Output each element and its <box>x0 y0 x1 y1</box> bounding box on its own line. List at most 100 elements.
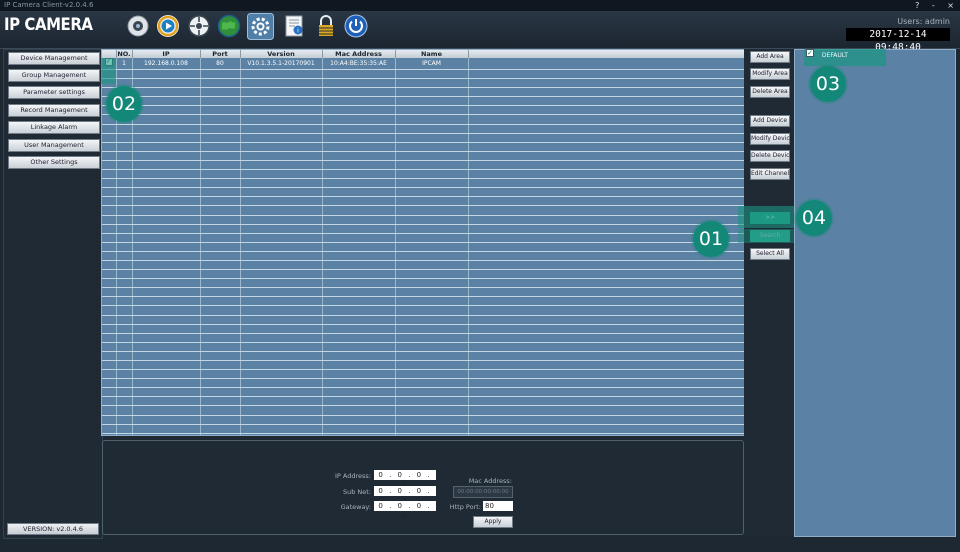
table-row-empty[interactable] <box>102 178 745 189</box>
modify-area-button[interactable]: Modify Area <box>750 68 790 80</box>
cell-no: 1 <box>116 58 133 70</box>
power-icon[interactable] <box>344 14 368 38</box>
table-row-empty[interactable] <box>102 205 745 216</box>
table-row-empty[interactable] <box>102 233 745 243</box>
sidebar-item-linkage-alarm[interactable]: Linkage Alarm <box>8 121 100 134</box>
info-icon[interactable]: i <box>283 14 307 38</box>
subnet-field[interactable]: 0 . 0 . 0 . 0 <box>374 486 436 505</box>
table-row-empty[interactable] <box>102 114 745 125</box>
settings-gear-icon[interactable] <box>247 13 274 40</box>
table-row-empty[interactable] <box>102 387 745 398</box>
col-header-mac[interactable]: Mac Address <box>322 50 396 58</box>
sidebar: Device Management Group Management Param… <box>3 49 103 539</box>
table-row-empty[interactable] <box>102 324 745 334</box>
col-header-check[interactable] <box>102 50 117 58</box>
table-row-empty[interactable] <box>102 287 745 298</box>
table-row-empty[interactable] <box>102 269 745 280</box>
table-row-empty[interactable] <box>102 105 745 116</box>
delete-area-button[interactable]: Delete Area <box>750 86 790 98</box>
http-port-label: Http Port: <box>449 503 481 511</box>
col-header-port[interactable]: Port <box>200 50 241 58</box>
table-row-empty[interactable] <box>102 369 745 380</box>
add-area-button[interactable]: Add Area <box>750 51 790 63</box>
table-row-empty[interactable] <box>102 305 745 316</box>
cell-version: V10.1.3.5.1-20170901 <box>240 58 323 70</box>
gateway-label: Gateway: <box>340 503 371 511</box>
http-port-field[interactable]: 80 <box>483 501 513 511</box>
table-row-empty[interactable] <box>102 396 745 407</box>
datetime-display: 2017-12-14 09:48:40 <box>846 28 950 53</box>
table-row-empty[interactable] <box>102 151 745 161</box>
version-label: VERSION: v2.0.4.6 <box>7 523 99 535</box>
table-row-empty[interactable] <box>102 424 745 434</box>
table-row-empty[interactable] <box>102 187 745 198</box>
col-header-ip[interactable]: IP <box>132 50 201 58</box>
table-row-empty[interactable] <box>102 351 745 362</box>
table-row-empty[interactable] <box>102 405 745 416</box>
apply-button[interactable]: Apply <box>473 516 513 528</box>
delete-device-button[interactable]: Delete Device <box>750 150 793 162</box>
table-row-empty[interactable] <box>102 433 745 435</box>
add-device-button[interactable]: Add Device <box>750 115 790 127</box>
mac-address-label: Mac Address: <box>468 477 512 485</box>
ptz-icon[interactable] <box>187 14 211 38</box>
transfer-highlight <box>738 206 794 228</box>
col-header-name[interactable]: Name <box>395 50 469 58</box>
edit-channel-button[interactable]: Edit Channel <box>750 168 790 180</box>
table-row-empty[interactable] <box>102 224 745 234</box>
ip-address-label: IP Address: <box>335 472 371 480</box>
table-row-empty[interactable] <box>102 378 745 389</box>
table-row-empty[interactable] <box>102 87 745 98</box>
table-row-empty[interactable] <box>102 251 745 261</box>
camera-icon[interactable] <box>126 14 150 38</box>
select-all-button[interactable]: Select All <box>750 248 790 260</box>
table-row-empty[interactable] <box>102 260 745 271</box>
ip-address-field[interactable]: 0 . 0 . 0 . 0 <box>374 470 436 489</box>
table-row-empty[interactable] <box>102 142 745 152</box>
table-row-empty[interactable] <box>102 415 745 425</box>
table-row-empty[interactable] <box>102 215 745 225</box>
cell-port: 80 <box>200 58 241 70</box>
col-header-filler <box>468 50 745 58</box>
table-row-empty[interactable] <box>102 96 745 107</box>
table-row[interactable]: 1 192.168.0.108 80 V10.1.3.5.1-20170901 … <box>102 58 745 70</box>
table-row-empty[interactable] <box>102 69 745 80</box>
modify-device-button[interactable]: Modify Device <box>750 133 793 145</box>
table-row-empty[interactable] <box>102 160 745 171</box>
checkbox-column-highlight <box>101 58 116 84</box>
table-row-empty[interactable] <box>102 124 745 134</box>
table-header-row: NO. IP Port Version Mac Address Name <box>102 50 745 58</box>
table-row-empty[interactable] <box>102 342 745 352</box>
table-row-empty[interactable] <box>102 196 745 207</box>
annotation-badge-03: 03 <box>810 66 846 102</box>
sidebar-item-record-management[interactable]: Record Management <box>8 104 100 117</box>
playback-icon[interactable] <box>156 14 180 38</box>
minimize-button[interactable]: - <box>932 1 935 10</box>
table-row-empty[interactable] <box>102 278 745 289</box>
action-bar: Add Area Modify Area Delete Area Add Dev… <box>744 49 794 537</box>
sidebar-item-device-management[interactable]: Device Management <box>8 52 100 65</box>
device-table[interactable]: NO. IP Port Version Mac Address Name 1 1… <box>101 49 746 436</box>
title-bar: IP Camera Client-v2.0.4.6 <box>0 0 960 11</box>
area-tree-panel[interactable] <box>794 49 956 537</box>
sidebar-item-group-management[interactable]: Group Management <box>8 69 100 82</box>
table-row-empty[interactable] <box>102 315 745 325</box>
table-row-empty[interactable] <box>102 78 745 89</box>
table-row-empty[interactable] <box>102 296 745 307</box>
col-header-no[interactable]: NO. <box>116 50 133 58</box>
table-row-empty[interactable] <box>102 169 745 180</box>
globe-icon[interactable] <box>217 14 241 38</box>
sidebar-item-user-management[interactable]: User Management <box>8 139 100 152</box>
lock-icon[interactable] <box>314 14 338 38</box>
tree-root-node[interactable]: DEFAULT <box>804 48 886 66</box>
tree-node-checkbox[interactable] <box>806 48 814 58</box>
table-row-empty[interactable] <box>102 333 745 343</box>
table-row-empty[interactable] <box>102 133 745 143</box>
table-row-empty[interactable] <box>102 360 745 371</box>
table-row-empty[interactable] <box>102 242 745 252</box>
sidebar-item-other-settings[interactable]: Other Settings <box>8 156 100 169</box>
help-button[interactable]: ? <box>915 1 919 10</box>
col-header-version[interactable]: Version <box>240 50 323 58</box>
close-button[interactable]: × <box>947 1 954 10</box>
sidebar-item-parameter-settings[interactable]: Parameter settings <box>8 86 100 99</box>
